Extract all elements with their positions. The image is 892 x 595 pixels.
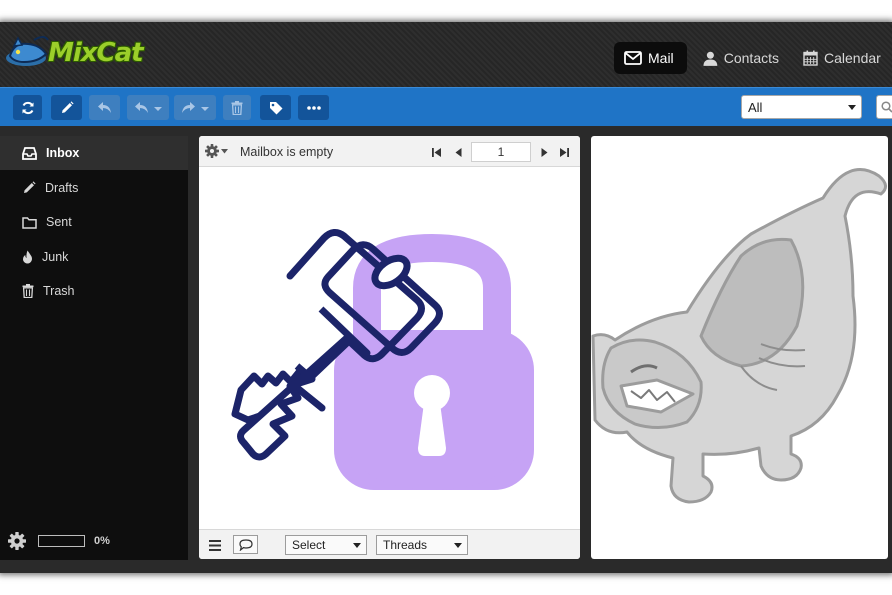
list-options-button[interactable]: [205, 144, 228, 158]
more-button[interactable]: [298, 95, 329, 120]
folder-inbox[interactable]: Inbox: [0, 136, 188, 170]
calendar-icon: [803, 50, 818, 66]
nav-mail-label: Mail: [648, 50, 674, 66]
forward-button[interactable]: [174, 95, 216, 120]
preview-pane: [591, 136, 888, 559]
logo-text: MixCat: [48, 38, 144, 68]
nav-mail[interactable]: Mail: [614, 42, 687, 74]
nav-calendar-label: Calendar: [824, 50, 881, 66]
quota-text: 0%: [94, 535, 110, 547]
folder-label: Sent: [46, 215, 72, 229]
pencil-icon: [24, 181, 36, 193]
reply-all-button[interactable]: [127, 95, 169, 120]
forward-icon: [182, 102, 209, 113]
cat-watermark-illustration: [591, 168, 887, 504]
previous-page-button[interactable]: [452, 146, 464, 158]
first-page-icon: [432, 147, 441, 157]
padlock-icon: [334, 233, 534, 490]
first-page-button[interactable]: [431, 146, 443, 158]
trash-icon: [22, 284, 34, 298]
folder-sidebar: Inbox Drafts Sent Junk Trash 0%: [0, 136, 188, 560]
gear-icon[interactable]: [8, 532, 26, 550]
mail-filter-value: All: [748, 100, 763, 115]
message-list-header: Mailbox is empty 1: [199, 136, 580, 167]
mailbox-status: Mailbox is empty: [240, 145, 334, 159]
chevron-down-icon: [848, 105, 856, 110]
user-icon: [703, 51, 718, 66]
tag-icon: [269, 101, 282, 114]
top-bar: MixCat Mail Contacts Calendar: [0, 22, 892, 87]
select-dropdown[interactable]: Select: [285, 535, 367, 555]
folder-label: Inbox: [46, 146, 80, 160]
reply-button[interactable]: [89, 95, 120, 120]
inbox-icon: [22, 146, 37, 160]
nav-contacts-label: Contacts: [723, 50, 779, 66]
message-list-footer: Select Threads: [199, 529, 580, 559]
folder-sent[interactable]: Sent: [0, 205, 188, 239]
cat-logo-icon: [6, 36, 49, 66]
threads-dropdown[interactable]: Threads: [376, 535, 468, 555]
app-logo[interactable]: MixCat: [4, 32, 144, 77]
ellipsis-icon: [306, 105, 321, 110]
folder-label: Trash: [43, 284, 75, 298]
quota-indicator: 0%: [8, 532, 110, 550]
pencil-icon: [61, 100, 74, 113]
app-window: MixCat Mail Contacts Calendar All Inbox …: [0, 22, 892, 573]
reply-icon: [98, 102, 111, 113]
folder-icon: [22, 216, 37, 229]
thread-view-toggle[interactable]: [233, 535, 258, 554]
message-list-panel: Mailbox is empty 1 Select Threads: [199, 136, 580, 559]
chevron-down-icon: [221, 148, 228, 153]
nav-contacts[interactable]: Contacts: [693, 42, 789, 74]
folder-drafts[interactable]: Drafts: [0, 171, 188, 205]
envelope-icon: [624, 51, 642, 65]
list-menu-button[interactable]: [209, 538, 221, 556]
next-page-button[interactable]: [538, 146, 550, 158]
folder-label: Junk: [42, 250, 69, 264]
quota-bar: [38, 535, 85, 547]
page-number-input[interactable]: 1: [471, 142, 531, 162]
tag-button[interactable]: [260, 95, 291, 120]
mail-filter-select[interactable]: All: [741, 95, 862, 119]
chevron-down-icon: [353, 543, 361, 548]
menu-icon: [209, 540, 221, 551]
chevron-left-icon: [455, 147, 461, 157]
last-page-icon: [560, 147, 569, 157]
refresh-button[interactable]: [13, 95, 42, 120]
gear-icon: [205, 144, 219, 158]
nav-calendar[interactable]: Calendar: [793, 42, 892, 74]
refresh-icon: [22, 101, 33, 114]
select-dropdown-label: Select: [292, 538, 326, 552]
empty-mailbox-illustration: [231, 229, 534, 490]
trash-icon: [231, 100, 243, 115]
delete-button[interactable]: [223, 95, 251, 120]
fire-icon: [23, 250, 32, 264]
chevron-down-icon: [454, 543, 462, 548]
folder-label: Drafts: [45, 181, 79, 195]
folder-junk[interactable]: Junk: [0, 240, 188, 274]
chevron-right-icon: [541, 147, 547, 157]
toolbar: All: [0, 87, 892, 126]
search-icon: [881, 101, 892, 113]
reply-all-icon: [135, 102, 162, 113]
speech-bubble-icon: [238, 538, 253, 551]
folder-trash[interactable]: Trash: [0, 274, 188, 308]
compose-button[interactable]: [51, 95, 82, 120]
search-input[interactable]: [876, 95, 892, 119]
threads-dropdown-label: Threads: [383, 538, 428, 552]
last-page-button[interactable]: [558, 146, 570, 158]
